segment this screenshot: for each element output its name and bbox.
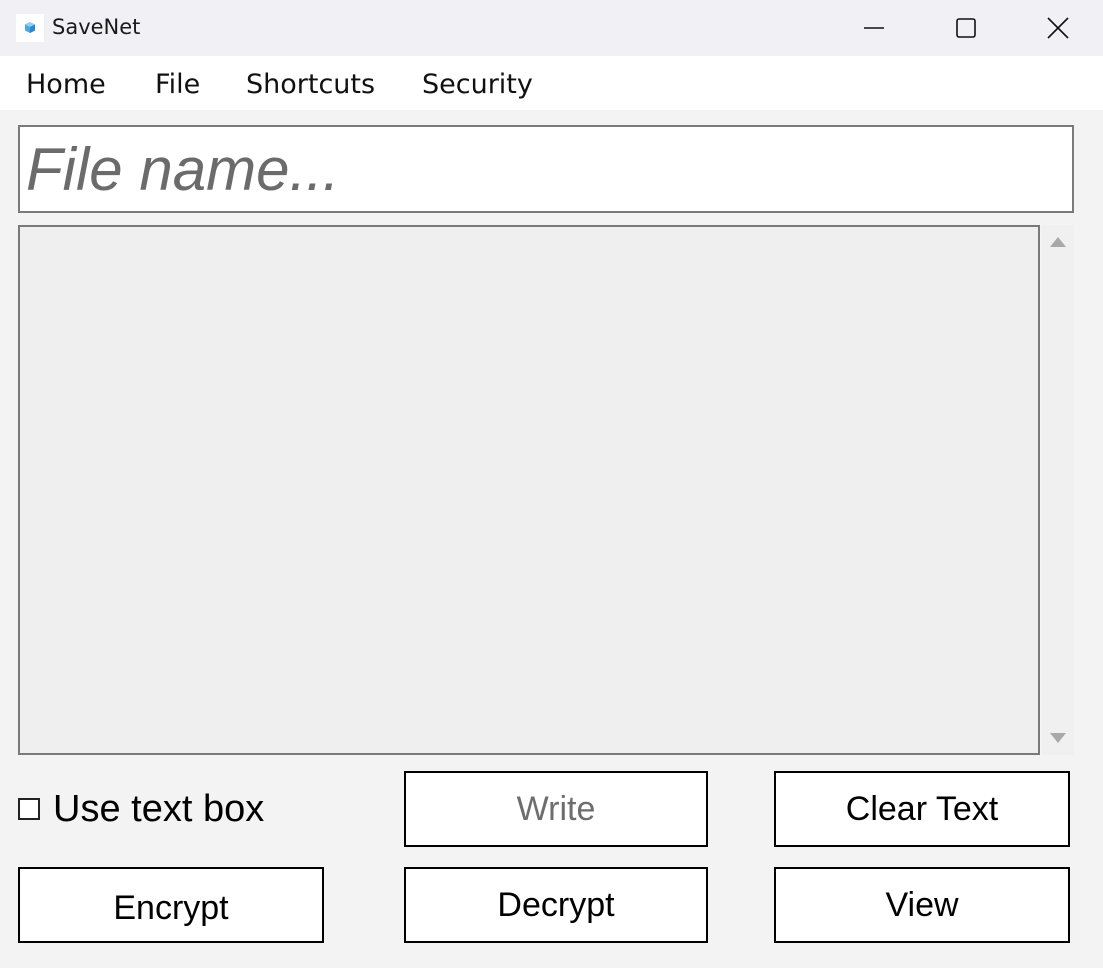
maximize-button[interactable] [920,0,1012,56]
content-text-area[interactable] [18,225,1040,755]
menu-item-file[interactable]: File [155,69,200,100]
write-button[interactable]: Write [404,771,708,847]
maximize-icon [956,18,976,38]
menu-item-security[interactable]: Security [422,69,533,100]
encrypt-button[interactable]: Encrypt [18,867,324,943]
menu-item-shortcuts[interactable]: Shortcuts [246,69,375,100]
minimize-icon [864,27,884,29]
use-text-box-option[interactable]: Use text box [18,788,338,834]
window-title: SaveNet [52,15,141,39]
scroll-down-arrow-icon[interactable] [1050,733,1066,743]
scroll-up-arrow-icon[interactable] [1050,237,1066,247]
minimize-button[interactable] [828,0,920,56]
close-icon [1047,17,1069,39]
vertical-scrollbar[interactable] [1042,225,1074,755]
view-button[interactable]: View [774,867,1070,943]
menu-bar: Home File Shortcuts Security [0,56,1103,110]
decrypt-button[interactable]: Decrypt [404,867,708,943]
app-cube-icon [16,14,44,42]
menu-item-home[interactable]: Home [26,69,106,100]
clear-text-button[interactable]: Clear Text [774,771,1070,847]
use-text-box-label[interactable]: Use text box [53,788,264,831]
title-bar[interactable]: SaveNet [0,0,1103,56]
file-name-input[interactable] [18,125,1074,213]
close-button[interactable] [1012,0,1103,56]
use-text-box-checkbox[interactable] [18,798,40,820]
app-window: SaveNet Home File Shortcuts Security Fil… [0,0,1103,968]
